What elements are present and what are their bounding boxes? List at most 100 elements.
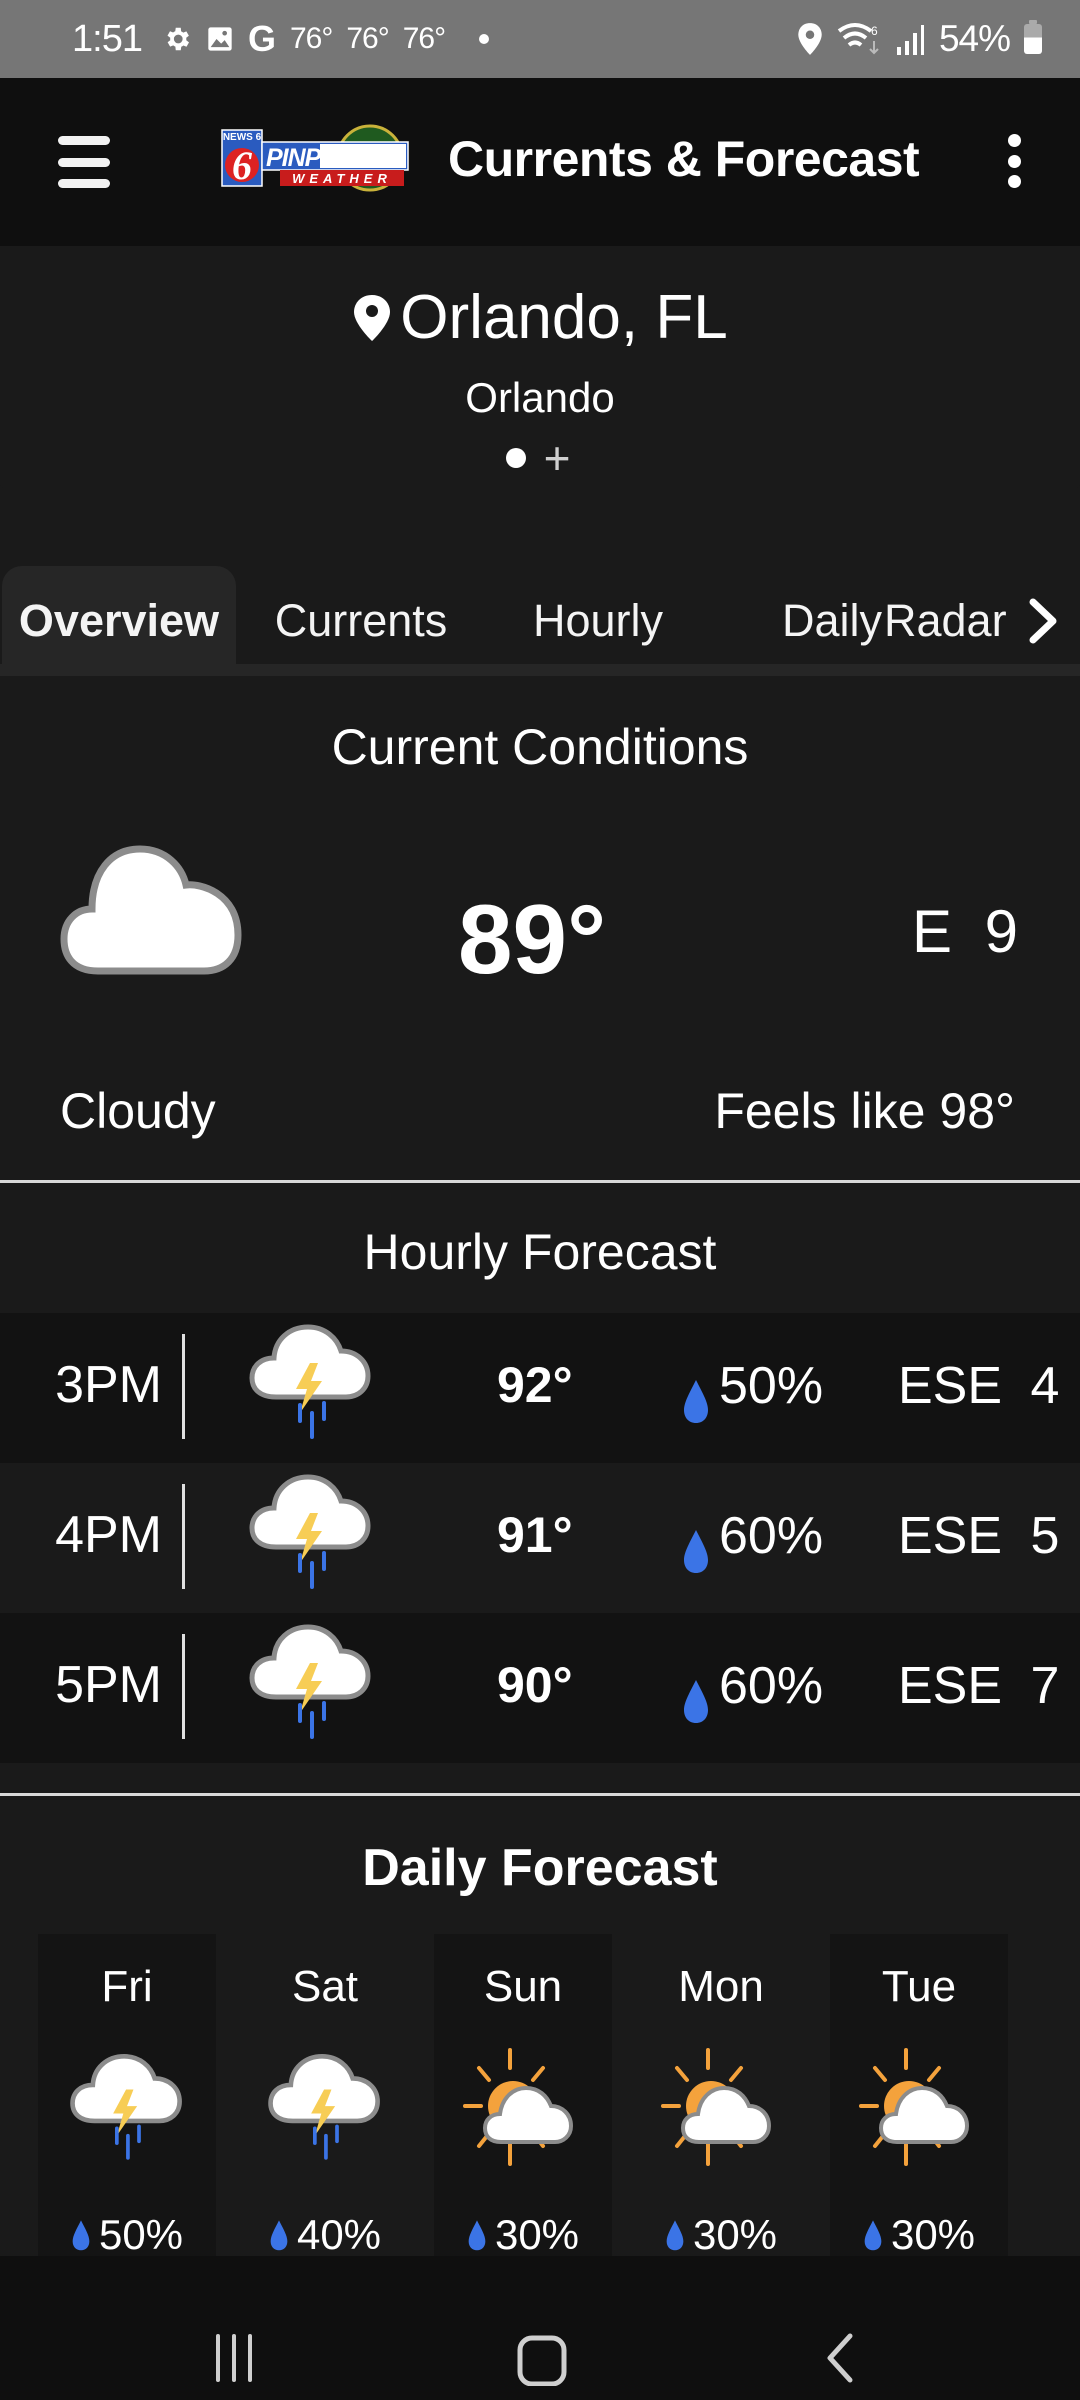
raindrop-icon (71, 2219, 91, 2251)
svg-text:6: 6 (871, 24, 878, 38)
svg-text:6: 6 (232, 143, 252, 188)
day-name: Tue (881, 1962, 957, 2011)
tab-hourly[interactable]: Hourly (508, 566, 688, 676)
pinpoint-weather-logo: NEWS 6 6 PINPOINT WEATHER (221, 124, 409, 192)
app-bar: NEWS 6 6 PINPOINT WEATHER Currents & For… (0, 78, 1080, 246)
current-condition: Cloudy (60, 1083, 216, 1139)
daily-forecast-section[interactable]: Daily Forecast Fri 50% Sat 40% Sun 30% M… (0, 1796, 1080, 2259)
current-conditions-title: Current Conditions (331, 719, 749, 775)
battery-icon (1024, 20, 1042, 54)
logo-weather-text: WEATHER (292, 171, 392, 186)
hour-precip: 60% (719, 1507, 824, 1565)
hourly-row[interactable]: 3PM 92° 50% ESE 4 (0, 1313, 1080, 1463)
add-location-button[interactable]: + (540, 435, 574, 481)
raindrop-icon (665, 2219, 685, 2251)
day-precip: 30% (494, 2211, 580, 2258)
image-icon (208, 27, 232, 51)
feels-like: Feels like 98° (714, 1083, 1015, 1139)
location-name: Orlando, FL (400, 283, 728, 352)
day-precip: 50% (98, 2211, 184, 2258)
day-precip-wrap: 30% (434, 2211, 612, 2259)
tab-overview[interactable]: Overview (2, 566, 236, 676)
logo-news-text: NEWS 6 (223, 132, 262, 143)
hour-temp: 92° (497, 1357, 573, 1413)
hourly-row[interactable]: 5PM 90° 60% ESE 7 (0, 1613, 1080, 1763)
thunderstorm-icon (67, 2048, 187, 2168)
day-card[interactable]: Sat 40% (236, 1934, 414, 2259)
row-separator (182, 1634, 185, 1739)
thunderstorm-icon (265, 2048, 385, 2168)
day-precip: 30% (890, 2211, 976, 2258)
partly-sunny-icon (859, 2048, 979, 2168)
hour-time: 4PM (55, 1506, 162, 1564)
back-icon[interactable] (820, 2332, 860, 2384)
hourly-forecast-section[interactable]: Hourly Forecast 3PM 92° 50% ESE 4 4PM 91… (0, 1183, 1080, 1793)
day-precip: 40% (296, 2211, 382, 2258)
thunderstorm-icon (246, 1473, 376, 1593)
status-temp-1: 76° (289, 22, 333, 55)
partly-sunny-icon (463, 2048, 583, 2168)
battery-percent: 54% (938, 18, 1011, 59)
raindrop-icon (863, 2219, 883, 2251)
raindrop-icon (682, 1528, 710, 1574)
home-icon[interactable] (516, 2334, 568, 2386)
tab-currents[interactable]: Currents (252, 566, 470, 676)
day-name: Fri (101, 1962, 153, 2011)
hourly-row[interactable]: 4PM 91° 60% ESE 5 (0, 1463, 1080, 1613)
day-card[interactable]: Tue 30% (830, 1934, 1008, 2258)
day-name: Mon (678, 1962, 764, 2011)
hourly-forecast-title: Hourly Forecast (363, 1224, 717, 1280)
day-name: Sun (483, 1962, 563, 2011)
hour-temp: 91° (497, 1507, 573, 1563)
hour-wind: ESE 4 (898, 1357, 1060, 1415)
day-precip: 30% (692, 2211, 778, 2258)
day-name: Sat (291, 1962, 359, 2011)
pager-dot-active[interactable] (506, 448, 526, 468)
hour-precip: 50% (719, 1357, 824, 1415)
thunderstorm-icon (246, 1623, 376, 1743)
more-vert-dot (1007, 175, 1021, 188)
daily-forecast-title: Daily Forecast (362, 1839, 718, 1897)
current-conditions-section: Current Conditions 89° E 9 Cloudy Feels … (0, 680, 1080, 1180)
day-precip-wrap: 30% (632, 2211, 810, 2259)
hour-wind: ESE 7 (898, 1657, 1060, 1715)
tab-radar[interactable]: Radar (884, 566, 1024, 676)
recents-icon[interactable] (210, 2332, 258, 2384)
hour-precip: 60% (719, 1657, 824, 1715)
location-header: Orlando, FL (0, 282, 1080, 353)
raindrop-icon (682, 1378, 710, 1424)
location-icon (798, 23, 822, 55)
tab-daily[interactable]: Daily (782, 566, 898, 676)
status-temp-2: 76° (346, 22, 389, 55)
day-precip-wrap: 40% (236, 2211, 414, 2259)
status-time: 1:51 (72, 17, 143, 60)
hamburger-line (58, 157, 110, 167)
wifi-icon: 6 (837, 23, 879, 55)
raindrop-icon (682, 1678, 710, 1724)
raindrop-icon (467, 2219, 487, 2251)
more-options-button[interactable] (1004, 134, 1024, 188)
day-precip-wrap: 50% (38, 2211, 216, 2259)
more-vert-dot (1007, 134, 1021, 147)
partly-sunny-icon (661, 2048, 781, 2168)
location-subtitle: Orlando (465, 374, 615, 421)
raindrop-icon (269, 2219, 289, 2251)
current-wind: E 9 (911, 898, 1018, 965)
hour-time: 3PM (55, 1356, 162, 1414)
day-card[interactable]: Mon 30% (632, 1934, 810, 2259)
day-card[interactable]: Sun 30% (434, 1934, 612, 2259)
hamburger-line (58, 136, 110, 145)
location-panel[interactable]: Orlando, FL Orlando + (0, 246, 1080, 488)
hour-time: 5PM (55, 1656, 162, 1714)
tab-bar: Overview Currents Hourly Daily Radar (0, 488, 1080, 680)
hour-wind: ESE 5 (898, 1507, 1060, 1565)
notification-dot-icon (479, 34, 490, 44)
google-icon: G (247, 18, 276, 59)
location-pin-icon (354, 294, 391, 341)
hamburger-line (58, 179, 110, 188)
day-card[interactable]: Fri 50% (38, 1934, 216, 2259)
status-bar: 1:51 G 76° 76° 76° 6 54% (0, 0, 1080, 78)
chevron-right-icon[interactable] (1025, 596, 1061, 646)
row-separator (182, 1334, 185, 1439)
hamburger-menu-button[interactable] (58, 136, 110, 188)
